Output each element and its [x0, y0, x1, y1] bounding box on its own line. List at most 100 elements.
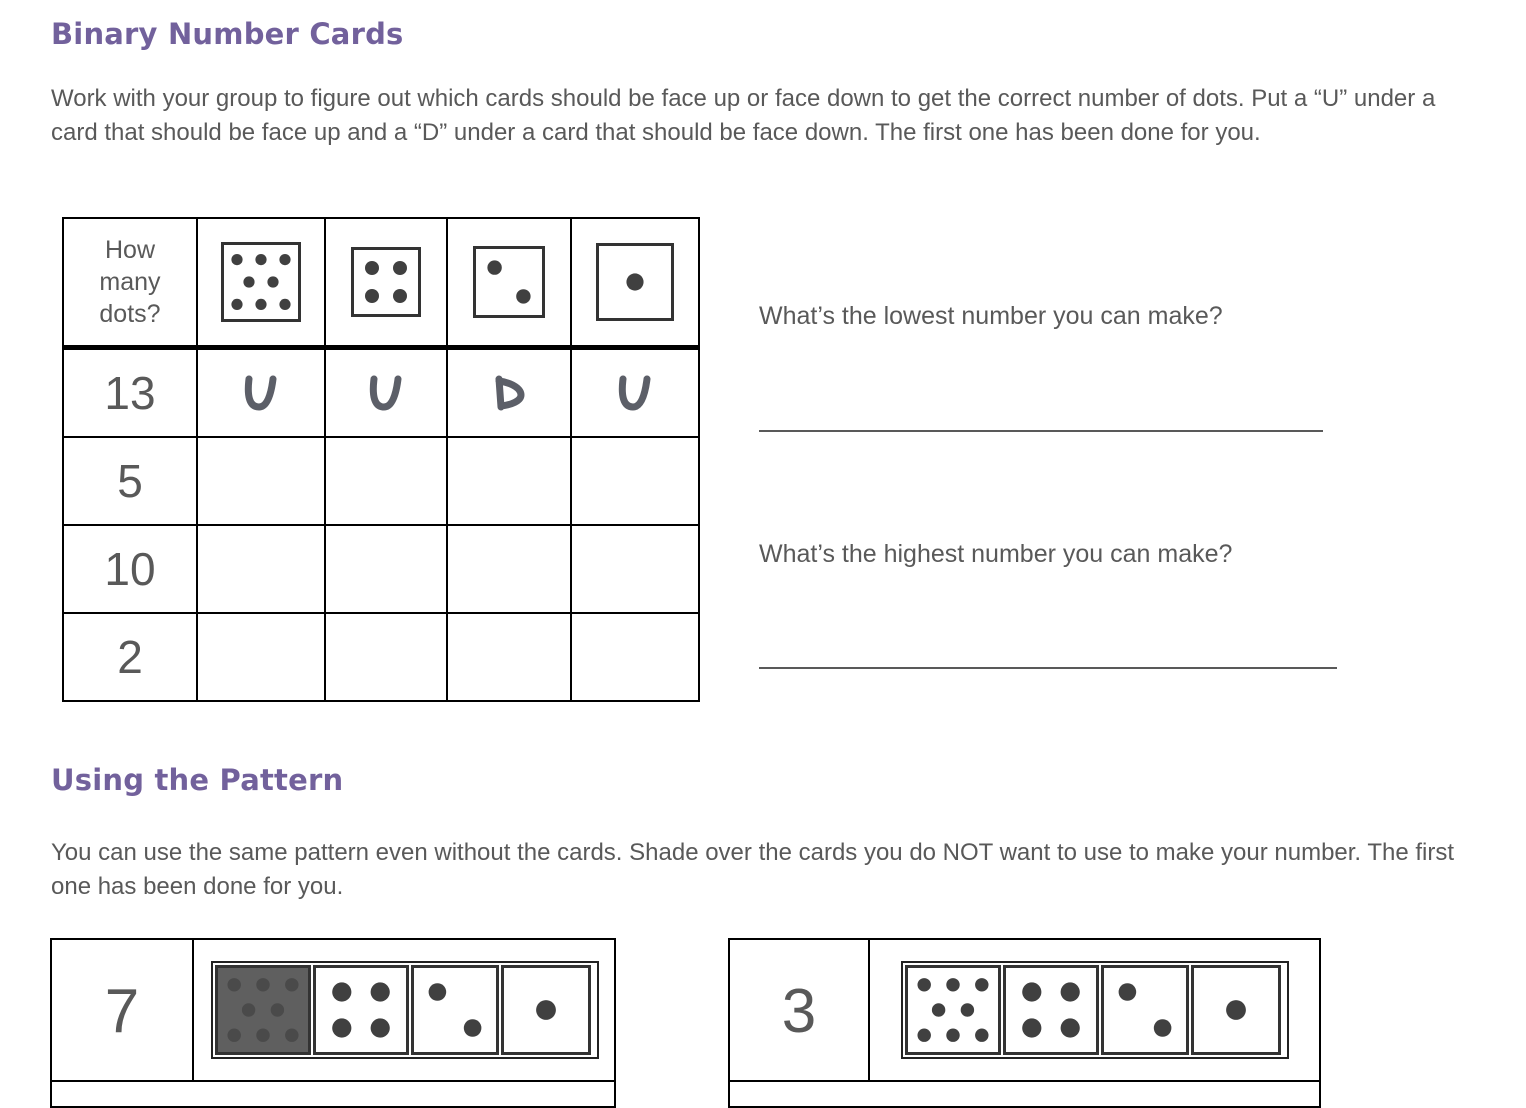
answer-cell[interactable] — [196, 612, 326, 702]
answer-cell[interactable] — [324, 612, 448, 702]
dot — [255, 298, 267, 310]
lowest-number-question: What’s the lowest number you can make? — [759, 302, 1223, 330]
dot — [960, 1003, 975, 1017]
answer-cell[interactable] — [196, 436, 326, 526]
dot-card-2 — [473, 246, 545, 318]
pattern-box-7: 7 — [50, 938, 616, 1108]
dot — [279, 254, 291, 266]
dot-card-1 — [596, 243, 674, 321]
dot — [1022, 982, 1042, 1002]
dot — [231, 298, 243, 310]
dot — [946, 1028, 960, 1042]
dot — [1153, 1019, 1172, 1037]
pattern-number: 3 — [730, 940, 870, 1082]
dot — [241, 1003, 256, 1017]
binary-cards-table: How many dots? 13 5 10 2 — [62, 217, 700, 702]
mark-D — [495, 375, 525, 411]
dot — [516, 289, 531, 304]
row-number-cell: 2 — [62, 612, 198, 702]
pattern-box-3: 3 — [728, 938, 1321, 1108]
dot-card-2-icon — [473, 246, 545, 318]
instructions-using-pattern: You can use the same pattern even withou… — [51, 839, 1455, 900]
dot-card-1-icon — [596, 243, 674, 321]
dot — [227, 978, 241, 992]
answer-cell[interactable] — [446, 436, 572, 526]
dot — [332, 1018, 352, 1038]
how-many-dots-header: How many dots? — [62, 217, 198, 350]
answer-cell[interactable] — [570, 436, 700, 526]
table-row: 10 — [62, 524, 700, 614]
row-number: 13 — [104, 367, 156, 419]
dot-card-4-icon — [351, 247, 421, 317]
dot — [1226, 1000, 1246, 1020]
dot — [917, 1028, 931, 1042]
card-strip[interactable] — [211, 961, 601, 1061]
answer-cell[interactable] — [196, 346, 326, 438]
dot-card-8 — [215, 965, 311, 1055]
dot — [370, 1018, 390, 1038]
answer-cell[interactable] — [570, 346, 700, 438]
section-title-binary-cards: Binary Number Cards — [51, 17, 404, 51]
dot — [255, 254, 267, 266]
dot — [917, 978, 931, 992]
dot — [256, 978, 270, 992]
lowest-answer-line[interactable] — [759, 430, 1323, 432]
highest-number-question: What’s the highest number you can make? — [759, 540, 1233, 568]
answer-cell[interactable] — [324, 346, 448, 438]
table-row: 5 — [62, 436, 700, 526]
mark-U — [618, 375, 651, 411]
dot — [227, 1028, 241, 1042]
table-header-row: How many dots? — [62, 217, 700, 350]
answer-cell[interactable] — [446, 524, 572, 614]
divider — [730, 1080, 1319, 1082]
answer-cell[interactable] — [324, 524, 448, 614]
mark-U — [369, 375, 402, 411]
mark-U — [244, 375, 277, 411]
dot — [463, 1019, 482, 1037]
row-number-cell: 13 — [62, 346, 198, 438]
row-number-cell: 5 — [62, 436, 198, 526]
dot — [1060, 1018, 1080, 1038]
dot — [536, 1000, 556, 1020]
answer-cell[interactable] — [446, 612, 572, 702]
card-2-header — [446, 217, 572, 350]
dot-card-2 — [1101, 965, 1189, 1055]
instructions-binary-cards: Work with your group to figure out which… — [51, 85, 1436, 146]
handwritten-mark — [495, 375, 525, 411]
dot — [267, 276, 279, 288]
dot-card-1 — [1191, 965, 1281, 1055]
how-many-dots-label: How many dots? — [99, 236, 161, 328]
answer-cell[interactable] — [196, 524, 326, 614]
dot — [626, 273, 644, 291]
table-row: 2 — [62, 612, 700, 702]
dot-card-4 — [351, 247, 421, 317]
card-4-header — [324, 217, 448, 350]
answer-cell[interactable] — [446, 346, 572, 438]
card-strip[interactable] — [901, 961, 1291, 1061]
card-1-header — [570, 217, 700, 350]
dot — [332, 982, 352, 1002]
dot — [393, 261, 407, 275]
answer-cell[interactable] — [324, 436, 448, 526]
highest-answer-line[interactable] — [759, 667, 1337, 669]
dot — [370, 982, 390, 1002]
divider — [52, 1080, 614, 1082]
card-8-header — [196, 217, 326, 350]
dot-card-4 — [313, 965, 409, 1055]
row-number: 2 — [117, 631, 143, 683]
dot — [931, 1003, 946, 1017]
dot — [243, 276, 255, 288]
dot — [365, 261, 379, 275]
dot — [428, 983, 447, 1001]
answer-cell[interactable] — [570, 612, 700, 702]
handwritten-mark — [618, 375, 651, 411]
dot — [270, 1003, 285, 1017]
dot — [285, 1028, 299, 1042]
dot — [975, 1028, 989, 1042]
dot — [1118, 983, 1137, 1001]
handwritten-mark — [244, 375, 277, 411]
dot-card-8-icon — [221, 242, 301, 322]
dot — [1022, 1018, 1042, 1038]
dot — [975, 978, 989, 992]
answer-cell[interactable] — [570, 524, 700, 614]
